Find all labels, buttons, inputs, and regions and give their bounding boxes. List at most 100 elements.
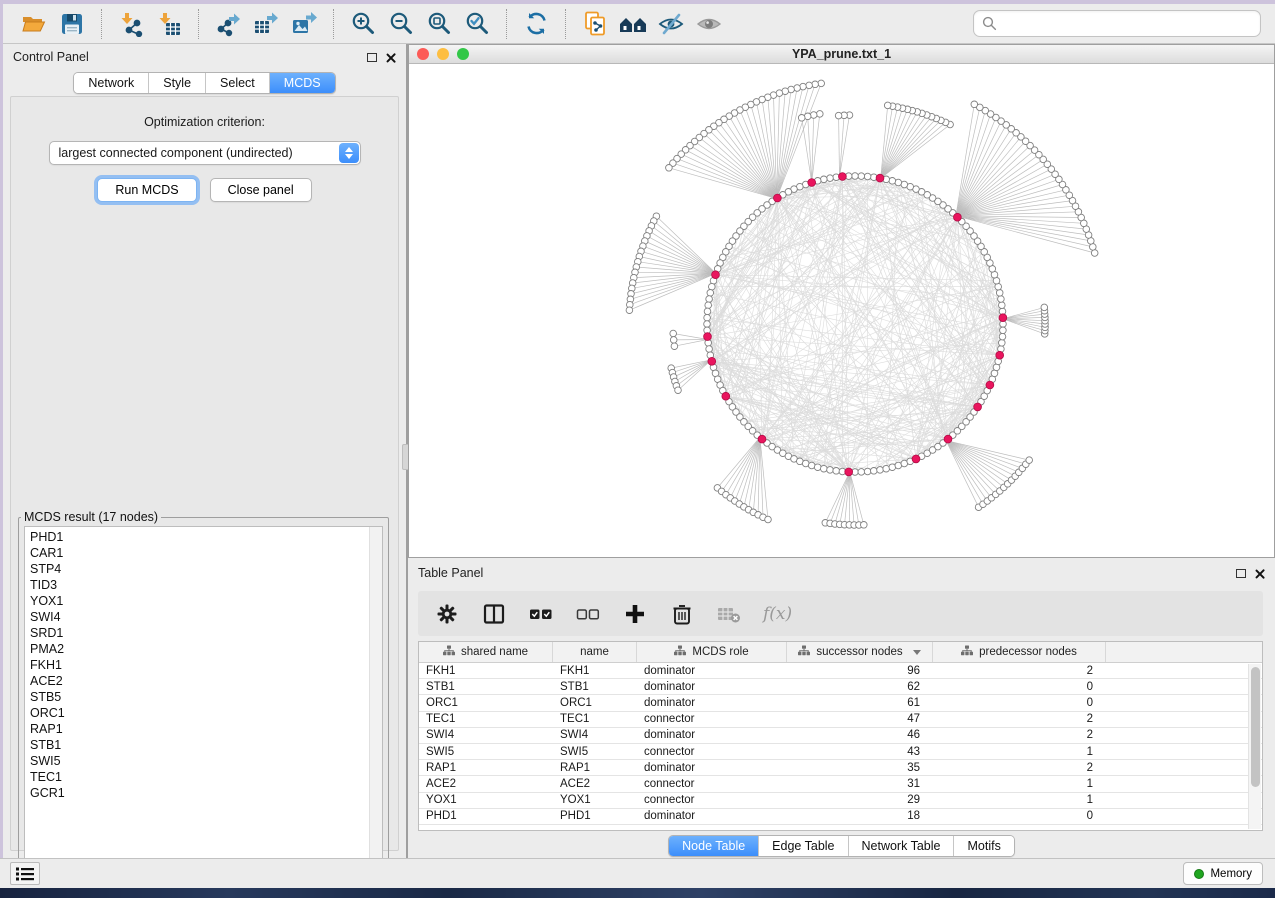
table-cell[interactable]: ORC1 xyxy=(553,697,637,709)
mcds-result-item[interactable]: SWI4 xyxy=(30,609,382,625)
table-cell[interactable]: 43 xyxy=(787,746,933,758)
table-row[interactable]: FKH1FKH1dominator962 xyxy=(419,663,1262,679)
table-cell[interactable]: 29 xyxy=(787,794,933,806)
table-row[interactable]: SWI5SWI5connector431 xyxy=(419,744,1262,760)
table-cell[interactable]: YOX1 xyxy=(553,794,637,806)
table-cell[interactable]: connector xyxy=(637,794,787,806)
scrollbar-thumb[interactable] xyxy=(1251,667,1260,787)
table-cell[interactable]: ACE2 xyxy=(553,778,637,790)
table-cell[interactable]: 0 xyxy=(933,697,1106,709)
table-cell[interactable]: 2 xyxy=(933,665,1106,677)
refresh-view-button[interactable] xyxy=(519,8,553,40)
create-column-button[interactable] xyxy=(622,601,648,627)
task-history-button[interactable] xyxy=(10,862,40,885)
mcds-result-item[interactable]: FKH1 xyxy=(30,657,382,673)
network-leaf-nodes[interactable] xyxy=(626,80,1098,528)
sort-indicator-icon[interactable] xyxy=(913,650,921,655)
table-cell[interactable]: 1 xyxy=(933,746,1106,758)
tab-style[interactable]: Style xyxy=(149,73,206,93)
column-header-shared-name[interactable]: shared name xyxy=(419,642,553,662)
select-all-button[interactable] xyxy=(528,601,554,627)
close-panel-icon[interactable] xyxy=(385,52,396,63)
open-file-button[interactable] xyxy=(17,8,51,40)
tab-edge-table[interactable]: Edge Table xyxy=(759,836,848,856)
network-window-titlebar[interactable]: YPA_prune.txt_1 xyxy=(409,45,1274,64)
float-panel-icon[interactable] xyxy=(367,53,377,62)
table-cell[interactable]: 62 xyxy=(787,681,933,693)
new-network-from-selection-button[interactable] xyxy=(578,8,612,40)
export-image-button[interactable] xyxy=(287,8,321,40)
mcds-result-item[interactable]: GCR1 xyxy=(30,785,382,801)
column-header-MCDS-role[interactable]: MCDS role xyxy=(637,642,787,662)
column-header-successor-nodes[interactable]: successor nodes xyxy=(787,642,933,662)
zoom-in-button[interactable] xyxy=(346,8,380,40)
table-cell[interactable]: 35 xyxy=(787,762,933,774)
table-cell[interactable]: dominator xyxy=(637,762,787,774)
run-mcds-button[interactable]: Run MCDS xyxy=(97,178,196,202)
mcds-result-item[interactable]: SWI5 xyxy=(30,753,382,769)
table-row[interactable]: STB1STB1dominator620 xyxy=(419,679,1262,695)
table-cell[interactable]: YOX1 xyxy=(419,794,553,806)
import-network-button[interactable] xyxy=(114,8,148,40)
table-cell[interactable]: 2 xyxy=(933,729,1106,741)
zoom-fit-button[interactable] xyxy=(422,8,456,40)
tab-network[interactable]: Network xyxy=(74,73,149,93)
zoom-out-button[interactable] xyxy=(384,8,418,40)
table-cell[interactable]: FKH1 xyxy=(419,665,553,677)
table-cell[interactable]: SWI4 xyxy=(553,729,637,741)
table-cell[interactable]: connector xyxy=(637,746,787,758)
table-scrollbar[interactable] xyxy=(1248,664,1261,829)
tab-node-table[interactable]: Node Table xyxy=(669,836,759,856)
tab-select[interactable]: Select xyxy=(206,73,270,93)
table-cell[interactable]: TEC1 xyxy=(419,713,553,725)
float-panel-icon[interactable] xyxy=(1236,569,1246,578)
mcds-result-item[interactable]: ACE2 xyxy=(30,673,382,689)
table-cell[interactable]: FKH1 xyxy=(553,665,637,677)
table-cell[interactable]: 46 xyxy=(787,729,933,741)
table-cell[interactable]: 2 xyxy=(933,762,1106,774)
mcds-result-item[interactable]: TEC1 xyxy=(30,769,382,785)
close-panel-icon[interactable] xyxy=(1254,568,1265,579)
tab-motifs[interactable]: Motifs xyxy=(954,836,1013,856)
tab-mcds[interactable]: MCDS xyxy=(270,73,335,93)
table-cell[interactable]: 47 xyxy=(787,713,933,725)
criterion-dropdown[interactable]: largest connected component (undirected) xyxy=(49,141,361,165)
table-cell[interactable]: ORC1 xyxy=(419,697,553,709)
table-cell[interactable]: PHD1 xyxy=(419,810,553,822)
table-cell[interactable]: PHD1 xyxy=(553,810,637,822)
table-cell[interactable]: 18 xyxy=(787,810,933,822)
mcds-result-item[interactable]: CAR1 xyxy=(30,545,382,561)
export-network-button[interactable] xyxy=(211,8,245,40)
mcds-result-item[interactable]: RAP1 xyxy=(30,721,382,737)
table-cell[interactable]: TEC1 xyxy=(553,713,637,725)
table-cell[interactable]: dominator xyxy=(637,681,787,693)
table-cell[interactable]: connector xyxy=(637,778,787,790)
first-neighbors-button[interactable] xyxy=(616,8,650,40)
mcds-result-item[interactable]: STB1 xyxy=(30,737,382,753)
table-row[interactable]: PHD1PHD1dominator180 xyxy=(419,809,1262,825)
table-cell[interactable]: STB1 xyxy=(553,681,637,693)
table-row[interactable]: YOX1YOX1connector291 xyxy=(419,793,1262,809)
memory-button[interactable]: Memory xyxy=(1183,862,1263,885)
mcds-result-item[interactable]: PMA2 xyxy=(30,641,382,657)
save-session-button[interactable] xyxy=(55,8,89,40)
table-cell[interactable]: 0 xyxy=(933,681,1106,693)
table-settings-button[interactable] xyxy=(434,601,460,627)
zoom-selected-button[interactable] xyxy=(460,8,494,40)
hide-selected-button[interactable] xyxy=(654,8,688,40)
column-header-name[interactable]: name xyxy=(553,642,637,662)
delete-table-button[interactable] xyxy=(716,601,742,627)
mcds-result-item[interactable]: SRD1 xyxy=(30,625,382,641)
mcds-list-scrollbar[interactable] xyxy=(369,527,382,874)
tab-network-table[interactable]: Network Table xyxy=(849,836,955,856)
delete-column-button[interactable] xyxy=(669,601,695,627)
table-cell[interactable]: SWI5 xyxy=(553,746,637,758)
import-table-button[interactable] xyxy=(152,8,186,40)
table-cell[interactable]: connector xyxy=(637,713,787,725)
show-columns-button[interactable] xyxy=(481,601,507,627)
function-builder-button[interactable]: f(x) xyxy=(763,604,792,624)
mcds-result-list[interactable]: PHD1CAR1STP4TID3YOX1SWI4SRD1PMA2FKH1ACE2… xyxy=(24,526,383,875)
table-cell[interactable]: dominator xyxy=(637,665,787,677)
table-cell[interactable]: 31 xyxy=(787,778,933,790)
table-cell[interactable]: 1 xyxy=(933,778,1106,790)
